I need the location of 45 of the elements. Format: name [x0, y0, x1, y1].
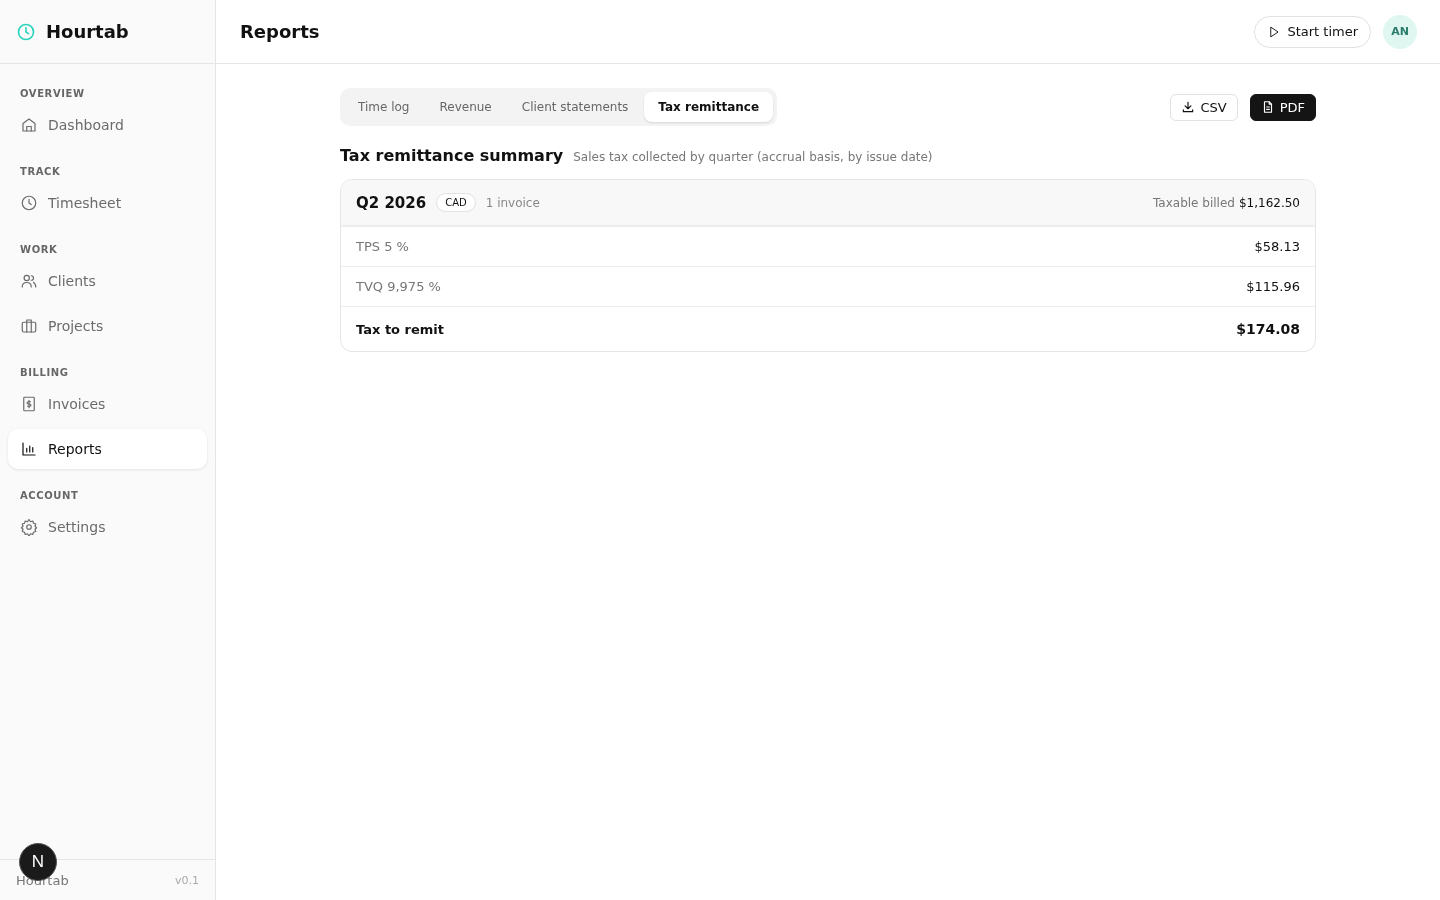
total-amount: $174.08	[1236, 321, 1300, 337]
download-icon	[1181, 100, 1196, 114]
start-timer-button[interactable]: Start timer	[1254, 15, 1371, 48]
section-title: Tax remittance summary	[340, 146, 564, 165]
tab[interactable]: Client statements	[507, 92, 643, 122]
receipt-icon	[20, 395, 38, 413]
nav-item[interactable]: Reports	[8, 429, 207, 469]
clock-icon	[20, 194, 38, 212]
clock-icon	[16, 21, 36, 42]
nav-item[interactable]: Projects	[8, 306, 207, 346]
user-avatar[interactable]: AN	[1383, 14, 1417, 49]
currency-badge: CAD	[436, 193, 476, 212]
nav-item[interactable]: Invoices	[8, 384, 207, 424]
section-heading: WORK	[19, 243, 59, 257]
version-label: v0.1	[175, 873, 199, 887]
bar-chart-icon	[20, 440, 38, 458]
taxable-label: Taxable billed	[1153, 195, 1235, 210]
invoice-count: 1 invoice	[485, 195, 540, 210]
users-icon	[20, 272, 38, 290]
home-icon	[20, 116, 38, 134]
tax-amount: $58.13	[1254, 239, 1300, 254]
nav-item[interactable]: Settings	[8, 507, 207, 547]
nav-item[interactable]: Timesheet	[8, 183, 207, 223]
tab[interactable]: Time log	[344, 92, 424, 122]
section-heading: OVERVIEW	[19, 87, 86, 101]
tax-label: TPS 5 %	[356, 239, 409, 254]
tab[interactable]: Tax remittance	[644, 92, 774, 122]
tab[interactable]: Revenue	[425, 92, 506, 122]
taxable-value: $1,162.50	[1238, 195, 1300, 210]
section-subtitle: Sales tax collected by quarter (accrual basis, by issue date)	[573, 150, 933, 164]
quarter-label: Q2 2026	[356, 193, 427, 212]
section-heading: TRACK	[19, 165, 62, 179]
export-button[interactable]: CSV	[1170, 93, 1238, 121]
nav-item[interactable]: Dashboard	[8, 105, 207, 145]
nav-item[interactable]: Clients	[8, 261, 207, 301]
app-name: Hourtab	[46, 21, 129, 42]
tax-label: TVQ 9,975 %	[356, 279, 441, 294]
section-heading: ACCOUNT	[19, 489, 80, 503]
export-button[interactable]: PDF	[1249, 93, 1316, 121]
section-heading: BILLING	[19, 366, 70, 380]
tax-amount: $115.96	[1246, 279, 1300, 294]
gear-icon	[20, 518, 38, 536]
total-label: Tax to remit	[356, 321, 444, 337]
page-title: Reports	[240, 21, 320, 42]
briefcase-icon	[20, 317, 38, 335]
